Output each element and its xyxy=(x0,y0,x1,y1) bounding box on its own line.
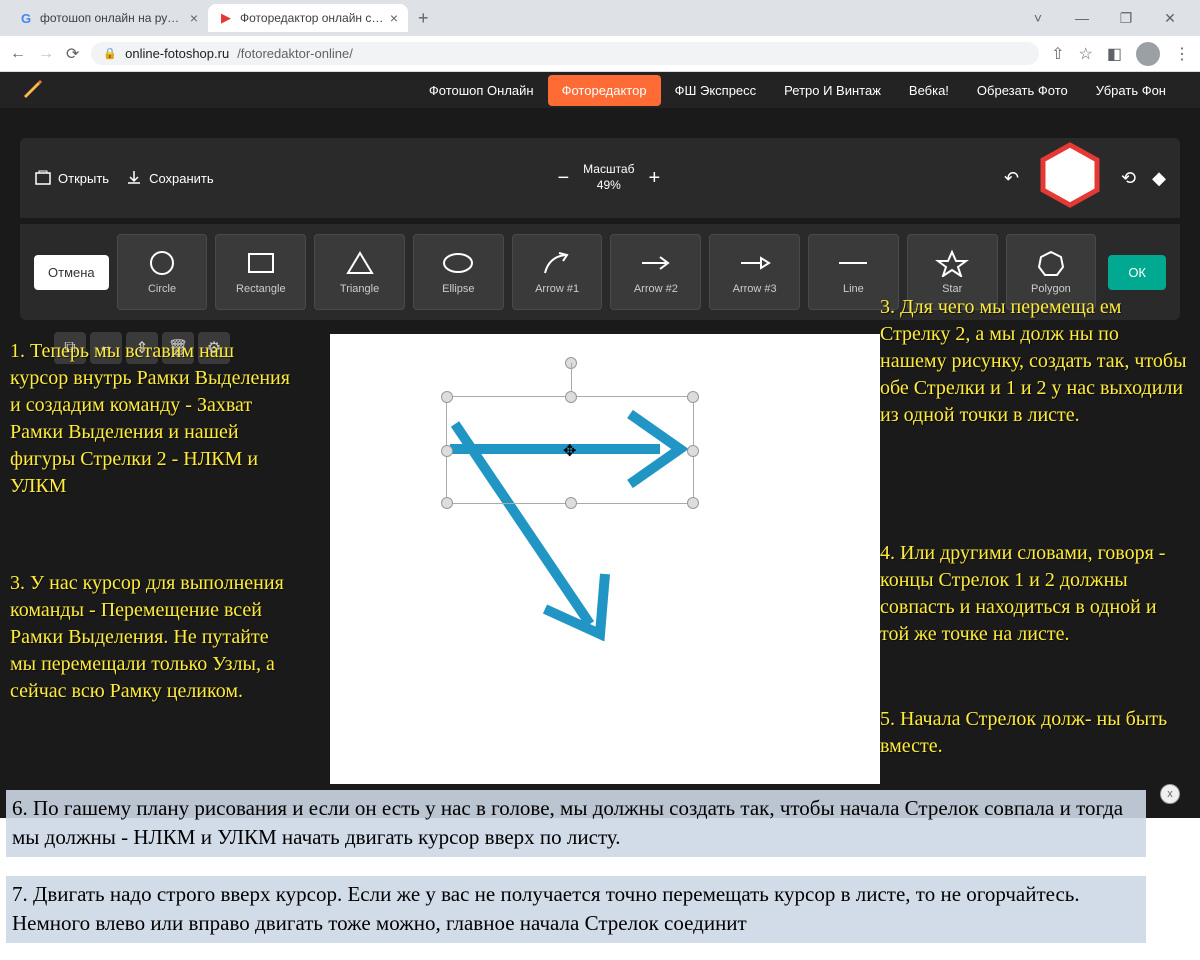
zoom-in-button[interactable]: + xyxy=(648,167,660,190)
shape-label: Triangle xyxy=(340,283,379,295)
browser-chrome: G фотошоп онлайн на русском - × ▶ Фоторе… xyxy=(0,0,1200,72)
avatar[interactable] xyxy=(1136,42,1160,66)
zoom-value: 49% xyxy=(583,178,634,194)
hexagon-badge xyxy=(1035,146,1105,210)
cancel-button[interactable]: Отмена xyxy=(34,255,109,290)
selection-handle[interactable] xyxy=(687,497,699,509)
annotation-text: 4. Или другими словами, говоря - концы С… xyxy=(880,540,1190,648)
shape-arrow1[interactable]: Arrow #1 xyxy=(512,234,603,310)
history-icon[interactable]: ⟲ xyxy=(1121,168,1136,189)
shape-label: Circle xyxy=(148,283,176,295)
canvas[interactable]: ✥ xyxy=(330,334,880,784)
nav-link[interactable]: ФШ Экспресс xyxy=(661,75,771,106)
site-logo[interactable] xyxy=(20,76,44,105)
zoom-label: Масштаб xyxy=(583,162,634,178)
nav-link-active[interactable]: Фоторедактор xyxy=(548,75,661,106)
undo-button[interactable]: ↶ xyxy=(1004,168,1019,189)
annotation-text: 7. Двигать надо строго вверх курсор. Есл… xyxy=(6,876,1146,943)
browser-tab-active[interactable]: ▶ Фоторедактор онлайн с эффект × xyxy=(208,4,408,32)
annotation-text: 1. Теперь мы вставим наш курсор внутрь Р… xyxy=(10,338,296,500)
shape-label: Line xyxy=(843,283,864,295)
shape-triangle[interactable]: Triangle xyxy=(314,234,405,310)
selection-box[interactable]: ✥ xyxy=(446,396,694,504)
star-icon[interactable]: ☆ xyxy=(1079,44,1093,64)
nav-link[interactable]: Убрать Фон xyxy=(1082,75,1180,106)
address-bar: ← → ⟳ 🔒 online-fotoshop.ru/fotoredaktor-… xyxy=(0,36,1200,72)
annotation-text: 3. У нас курсор для выполнения команды -… xyxy=(10,570,296,705)
open-label: Открыть xyxy=(58,171,109,186)
browser-tab[interactable]: G фотошоп онлайн на русском - × xyxy=(8,4,208,32)
layers-icon[interactable]: ◆ xyxy=(1152,168,1166,189)
nav-link[interactable]: Обрезать Фото xyxy=(963,75,1082,106)
zoom-out-button[interactable]: − xyxy=(557,167,569,190)
selection-handle[interactable] xyxy=(687,391,699,403)
annotation-text: 3. Для чего мы перемеща ем Стрелку 2, а … xyxy=(880,294,1190,429)
shape-ellipse[interactable]: Ellipse xyxy=(413,234,504,310)
close-window-button[interactable]: ✕ xyxy=(1148,2,1192,34)
window-controls: ˅ — ❐ ✕ xyxy=(1016,2,1192,34)
site-favicon: ▶ xyxy=(218,10,234,26)
url-input[interactable]: 🔒 online-fotoshop.ru/fotoredaktor-online… xyxy=(91,42,1039,65)
shape-rectangle[interactable]: Rectangle xyxy=(215,234,306,310)
shape-arrow3[interactable]: Arrow #3 xyxy=(709,234,800,310)
selection-handle[interactable] xyxy=(441,445,453,457)
reload-button[interactable]: ⟳ xyxy=(66,44,79,64)
site-nav: Фотошоп Онлайн Фоторедактор ФШ Экспресс … xyxy=(0,72,1200,108)
minimize-button[interactable]: — xyxy=(1060,2,1104,34)
ok-button[interactable]: ОК xyxy=(1108,255,1166,290)
chevron-down-icon[interactable]: ˅ xyxy=(1016,2,1060,34)
back-button[interactable]: ← xyxy=(10,45,26,63)
extension-icon[interactable]: ◧ xyxy=(1107,44,1122,64)
nav-link[interactable]: Вебка! xyxy=(895,75,963,106)
tab-bar: G фотошоп онлайн на русском - × ▶ Фоторе… xyxy=(0,0,1200,36)
shape-label: Ellipse xyxy=(442,283,474,295)
selection-handle[interactable] xyxy=(565,391,577,403)
forward-button[interactable]: → xyxy=(38,45,54,63)
close-icon[interactable]: × xyxy=(390,10,398,26)
google-favicon: G xyxy=(18,10,34,26)
shape-circle[interactable]: Circle xyxy=(117,234,208,310)
nav-link[interactable]: Фотошоп Онлайн xyxy=(415,75,548,106)
close-icon[interactable]: × xyxy=(190,10,198,26)
zoom-display: Масштаб 49% xyxy=(583,162,634,193)
selection-handle[interactable] xyxy=(565,497,577,509)
shape-label: Arrow #1 xyxy=(535,283,579,295)
save-button[interactable]: Сохранить xyxy=(125,169,214,187)
selection-handle[interactable] xyxy=(687,445,699,457)
shape-label: Arrow #3 xyxy=(733,283,777,295)
save-label: Сохранить xyxy=(149,171,214,186)
editor-toolbar: Открыть Сохранить − Масштаб 49% + ↶ ⟲ ◆ xyxy=(20,138,1180,218)
zoom-controls: − Масштаб 49% + xyxy=(557,162,660,193)
url-host: online-fotoshop.ru xyxy=(125,46,229,61)
selection-handle[interactable] xyxy=(441,391,453,403)
new-tab-button[interactable]: + xyxy=(408,8,439,29)
close-overlay-button[interactable]: x xyxy=(1160,784,1180,804)
nav-link[interactable]: Ретро И Винтаж xyxy=(770,75,895,106)
open-button[interactable]: Открыть xyxy=(34,169,109,187)
url-path: /fotoredaktor-online/ xyxy=(237,46,353,61)
rotation-line xyxy=(571,363,572,391)
move-cursor-icon: ✥ xyxy=(563,441,576,461)
tab-title: фотошоп онлайн на русском - xyxy=(40,11,184,25)
share-icon[interactable]: ⇧ xyxy=(1051,44,1064,64)
selection-handle[interactable] xyxy=(441,497,453,509)
shape-label: Rectangle xyxy=(236,283,286,295)
shape-arrow2[interactable]: Arrow #2 xyxy=(610,234,701,310)
maximize-button[interactable]: ❐ xyxy=(1104,2,1148,34)
menu-icon[interactable]: ⋮ xyxy=(1174,44,1190,64)
toolbar-right: ↶ ⟲ ◆ xyxy=(1004,146,1166,210)
address-bar-actions: ⇧ ☆ ◧ ⋮ xyxy=(1051,42,1190,66)
tab-title: Фоторедактор онлайн с эффект xyxy=(240,11,384,25)
annotation-text: 5. Начала Стрелок долж- ны быть вместе. xyxy=(880,706,1190,760)
annotation-text: 6. По гашему плану рисования и если он е… xyxy=(6,790,1146,857)
shape-label: Arrow #2 xyxy=(634,283,678,295)
lock-icon: 🔒 xyxy=(103,47,117,60)
